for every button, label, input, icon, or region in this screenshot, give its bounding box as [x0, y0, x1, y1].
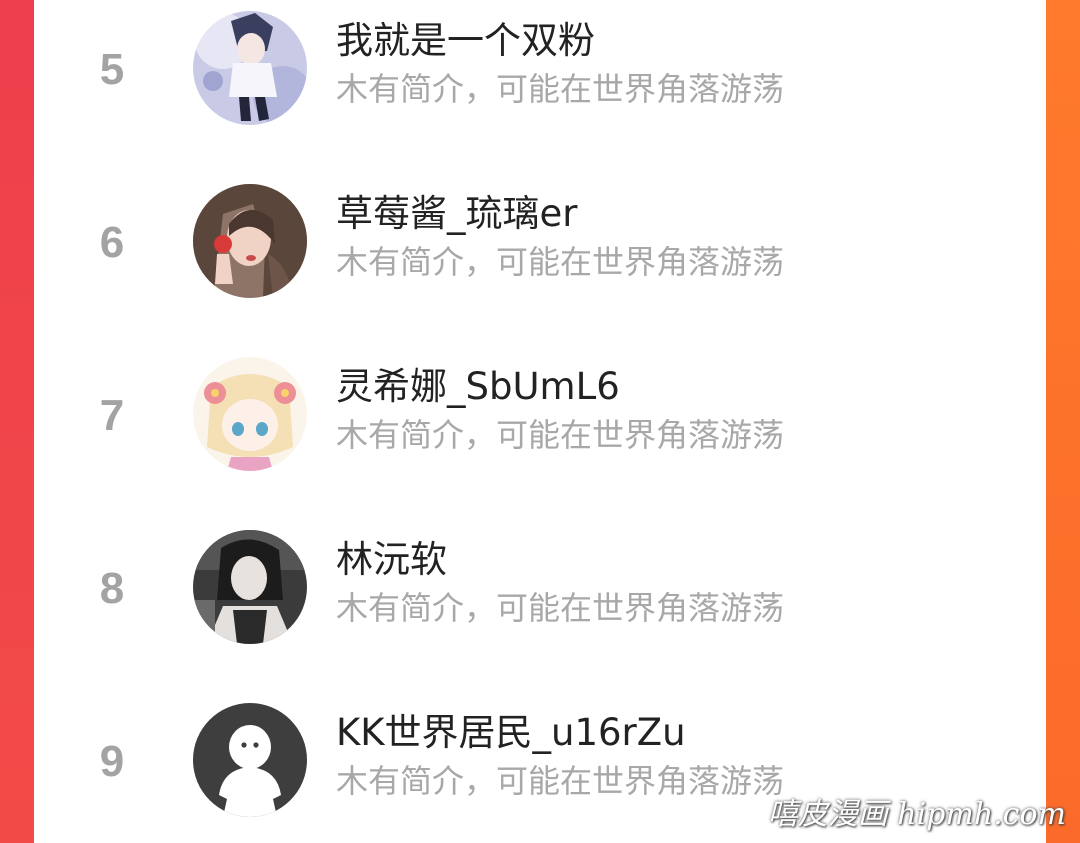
site-watermark: 嘻皮漫画 hipmh.com: [767, 797, 1066, 832]
right-edge-decoration: [1046, 0, 1080, 843]
user-intro: 木有简介，可能在世界角落游荡: [336, 70, 785, 108]
user-name[interactable]: KK世界居民_u16rZu: [336, 708, 686, 758]
user-intro: 木有简介，可能在世界角落游荡: [336, 243, 785, 281]
rank-number: 8: [99, 564, 125, 613]
user-intro: 木有简介，可能在世界角落游荡: [336, 416, 785, 454]
left-edge-decoration: [0, 0, 34, 843]
photo-girl-avatar[interactable]: [193, 530, 307, 644]
user-intro: 木有简介，可能在世界角落游荡: [336, 589, 785, 627]
ranking-row[interactable]: 7 灵希娜_SbUmL6 木有简介，可能在世界角落游荡: [34, 346, 1046, 518]
user-name[interactable]: 林沅软: [336, 535, 447, 585]
ranking-row[interactable]: 6 草莓酱_琉璃er 木有简介，可能在世界角落游荡: [34, 173, 1046, 345]
ranking-list: 5 我就是一个双粉 木有简介，可能在世界角落游荡 6 草莓酱_琉璃er 木有简介…: [34, 0, 1046, 843]
user-intro: 木有简介，可能在世界角落游荡: [336, 762, 785, 800]
user-name[interactable]: 灵希娜_SbUmL6: [336, 362, 620, 412]
rank-number: 7: [99, 391, 125, 440]
strawberry-girl-avatar[interactable]: [193, 184, 307, 298]
flower-chibi-avatar[interactable]: [193, 357, 307, 471]
rank-number: 9: [99, 737, 125, 786]
ranking-row[interactable]: 5 我就是一个双粉 木有简介，可能在世界角落游荡: [34, 0, 1046, 172]
default-user-avatar[interactable]: [193, 703, 307, 817]
rank-number: 6: [99, 218, 125, 267]
rank-number: 5: [99, 45, 125, 94]
ranking-row[interactable]: 8 林沅软 木有简介，可能在世界角落游荡: [34, 519, 1046, 691]
anime-boy-avatar[interactable]: [193, 11, 307, 125]
user-name[interactable]: 草莓酱_琉璃er: [336, 189, 577, 239]
user-name[interactable]: 我就是一个双粉: [336, 16, 595, 66]
